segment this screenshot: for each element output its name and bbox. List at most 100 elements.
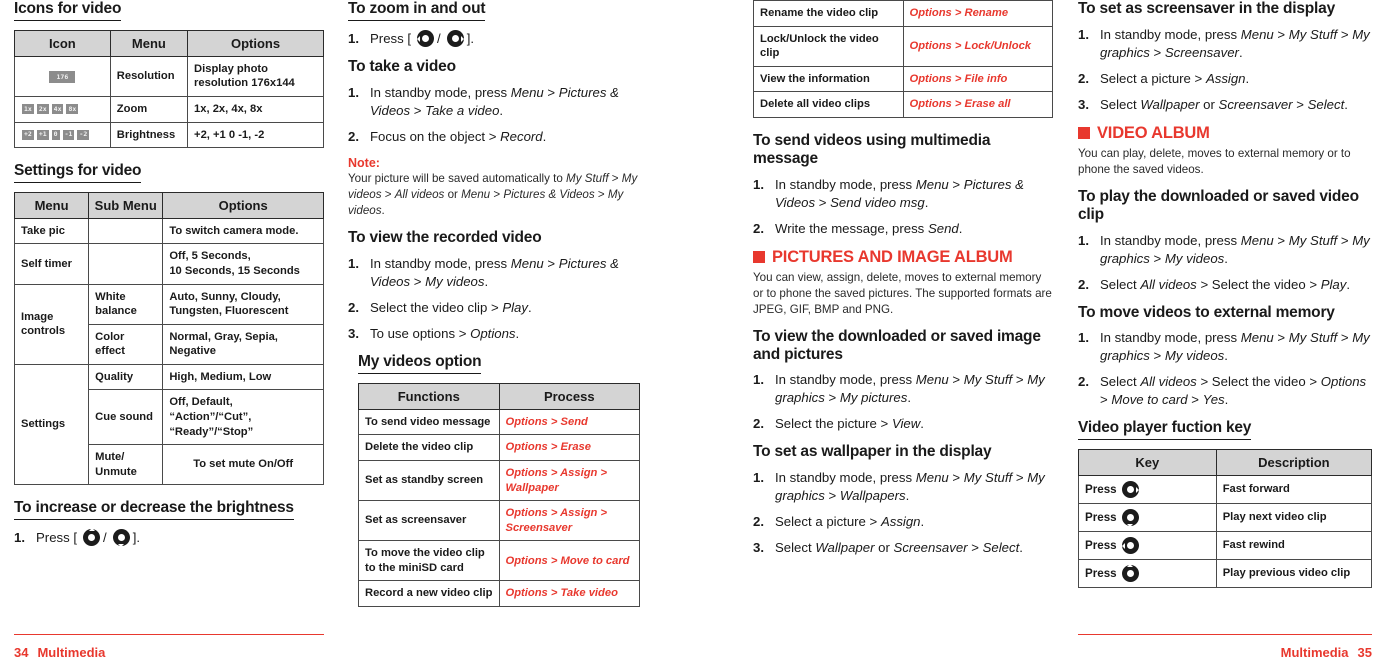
- send-videos-steps: In standby mode, press Menu > Pictures &…: [753, 176, 1053, 238]
- zoom-steps: Press [ / ].: [348, 30, 640, 48]
- settings-options-self-timer: Off, 5 Seconds, 10 Seconds, 15 Seconds: [162, 243, 324, 285]
- press-label: Press: [1085, 483, 1117, 497]
- move-videos-heading: To move videos to external memory: [1078, 303, 1335, 321]
- step-item: In standby mode, press Menu > My Stuff >…: [753, 469, 1045, 504]
- press-keys-inline: Press [ / ].: [36, 528, 140, 548]
- table-row: Record a new video clip Options > Take v…: [358, 580, 640, 607]
- table-header-row: Key Description: [1078, 449, 1373, 477]
- column-2: To zoom in and out Press [ / ]. To take …: [348, 0, 640, 607]
- settings-options-take-pic: To switch camera mode.: [162, 217, 324, 245]
- process-cell: Options > File info: [902, 65, 1053, 93]
- options-resolution: Display photo resolution 176x144: [187, 55, 324, 97]
- note-label: Note:: [348, 155, 380, 170]
- step-item: In standby mode, press Menu > My Stuff >…: [1078, 329, 1370, 364]
- video-player-key-table: Key Description Press Fast forward Press…: [1078, 449, 1373, 589]
- description-cell: Play next video clip: [1215, 503, 1373, 533]
- th-menu: Menu: [13, 191, 90, 219]
- table-row: Press Play next video clip: [1078, 503, 1373, 533]
- column-1: Icons for video Icon Menu Options 176 Re…: [13, 0, 324, 557]
- table-row: Rename the video clip Options > Rename: [753, 0, 1053, 27]
- step-item: Select All videos > Select the video > O…: [1078, 373, 1367, 408]
- menu-resolution: Resolution: [109, 55, 189, 97]
- table-header-row: Functions Process: [358, 382, 640, 410]
- function-cell: Record a new video clip: [358, 580, 500, 607]
- function-cell: Delete all video clips: [753, 91, 904, 118]
- navigation-left-key-icon: [417, 30, 435, 48]
- th-sub-menu: Sub Menu: [88, 191, 164, 219]
- step-item: Select Wallpaper or Screensaver > Select…: [753, 539, 1023, 557]
- settings-menu-image-controls: Image controls: [13, 283, 90, 365]
- set-screensaver-steps: In standby mode, press Menu > My Stuff >…: [1078, 26, 1372, 114]
- resolution-176-icon: 176: [49, 71, 76, 84]
- continued-rows: Rename the video clip Options > Rename L…: [753, 0, 1053, 118]
- description-cell: Fast rewind: [1215, 531, 1373, 561]
- zoom-2x-icon: 2x: [36, 104, 49, 115]
- function-cell: Delete the video clip: [358, 434, 500, 461]
- table-header-row: Menu Sub Menu Options: [13, 191, 324, 219]
- function-cell: Rename the video clip: [753, 0, 904, 27]
- step-item: In standby mode, press Menu > Pictures &…: [348, 255, 619, 290]
- zoom-icon-cell: 1x 2x 4x 8x: [14, 95, 111, 123]
- view-recorded-video-steps: In standby mode, press Menu > Pictures &…: [348, 255, 640, 343]
- step-item: In standby mode, press Menu > My Stuff >…: [753, 371, 1045, 406]
- zoom-8x-icon: 8x: [66, 104, 79, 115]
- th-description: Description: [1215, 449, 1373, 477]
- th-icon: Icon: [14, 29, 111, 57]
- set-wallpaper-steps: In standby mode, press Menu > My Stuff >…: [753, 469, 1053, 557]
- brightness-zero-icon: 0: [51, 129, 60, 140]
- table-row: +2 +1 0 -1 -2 Brightness +2, +1 0 -1, -2: [14, 121, 324, 149]
- process-cell: Options > Rename: [902, 0, 1053, 27]
- press-keys-inline: Press [ / ].: [370, 30, 474, 48]
- section-title: VIDEO ALBUM: [1097, 123, 1210, 142]
- press-key-wrap: Press: [1085, 537, 1210, 555]
- footer-left: 34 Multimedia: [14, 645, 105, 660]
- settings-sub-cue-sound: Cue sound: [88, 389, 164, 446]
- press-key-wrap: Press: [1085, 481, 1210, 499]
- process-cell: Options > Send: [498, 408, 640, 436]
- th-menu: Menu: [109, 29, 189, 57]
- step-item: Select a picture > Assign.: [1078, 70, 1250, 88]
- function-cell: View the information: [753, 65, 904, 93]
- press-key-wrap: Press: [1085, 509, 1210, 528]
- play-video-steps: In standby mode, press Menu > My Stuff >…: [1078, 232, 1372, 294]
- description-cell: Play previous video clip: [1215, 559, 1373, 589]
- press-separator: /: [103, 530, 107, 545]
- footer-right: Multimedia 35: [1281, 645, 1372, 660]
- table-row: Press Play previous video clip: [1078, 559, 1373, 589]
- settings-sub-quality: Quality: [88, 363, 164, 391]
- settings-options-color-effect: Normal, Gray, Sepia, Negative: [162, 323, 324, 365]
- navigation-up-key-icon: [83, 528, 101, 547]
- zoom-step-1: Press [ / ].: [348, 30, 640, 48]
- settings-sub-color-effect: Color effect: [88, 323, 164, 365]
- column-3: Rename the video clip Options > Rename L…: [753, 0, 1053, 567]
- navigation-right-key-icon: [1121, 481, 1139, 499]
- key-cell: Press: [1078, 531, 1217, 561]
- navigation-right-key-icon: [446, 30, 464, 48]
- table-row: To send video message Options > Send: [358, 408, 640, 436]
- table-row: Press Fast forward: [1078, 475, 1373, 505]
- press-prefix: Press [: [36, 530, 78, 545]
- settings-menu-self-timer: Self timer: [13, 243, 90, 285]
- step-item: Select the picture > View.: [753, 415, 924, 433]
- zoom-4x-icon: 4x: [51, 104, 64, 115]
- step-item: Select Wallpaper or Screensaver > Select…: [1078, 96, 1348, 114]
- settings-sub-empty: [88, 243, 164, 285]
- step-item: In standby mode, press Menu > Pictures &…: [348, 84, 619, 118]
- process-cell: Options > Move to card: [498, 540, 640, 582]
- step-item: In standby mode, press Menu > My Stuff >…: [1078, 26, 1370, 60]
- footer-label-left: Multimedia: [37, 645, 106, 660]
- column-4: To set as screensaver in the display In …: [1078, 0, 1373, 589]
- function-cell: Set as standby screen: [358, 459, 500, 502]
- table-row: Press Fast rewind: [1078, 531, 1373, 561]
- move-videos-steps: In standby mode, press Menu > My Stuff >…: [1078, 329, 1372, 409]
- note-body: Your picture will be saved automatically…: [348, 171, 638, 218]
- icons-for-video-heading: Icons for video: [14, 0, 121, 21]
- process-cell: Options > Erase: [498, 434, 640, 461]
- table-row: Delete all video clips Options > Erase a…: [753, 91, 1053, 118]
- red-square-icon: [1078, 127, 1090, 140]
- view-images-steps: In standby mode, press Menu > My Stuff >…: [753, 371, 1053, 433]
- function-cell: Set as screensaver: [358, 500, 500, 542]
- brightness-minus1-icon: -1: [62, 129, 75, 140]
- table-row: 1x 2x 4x 8x Zoom 1x, 2x, 4x, 8x: [14, 95, 324, 123]
- navigation-up-key-icon: [1121, 564, 1139, 583]
